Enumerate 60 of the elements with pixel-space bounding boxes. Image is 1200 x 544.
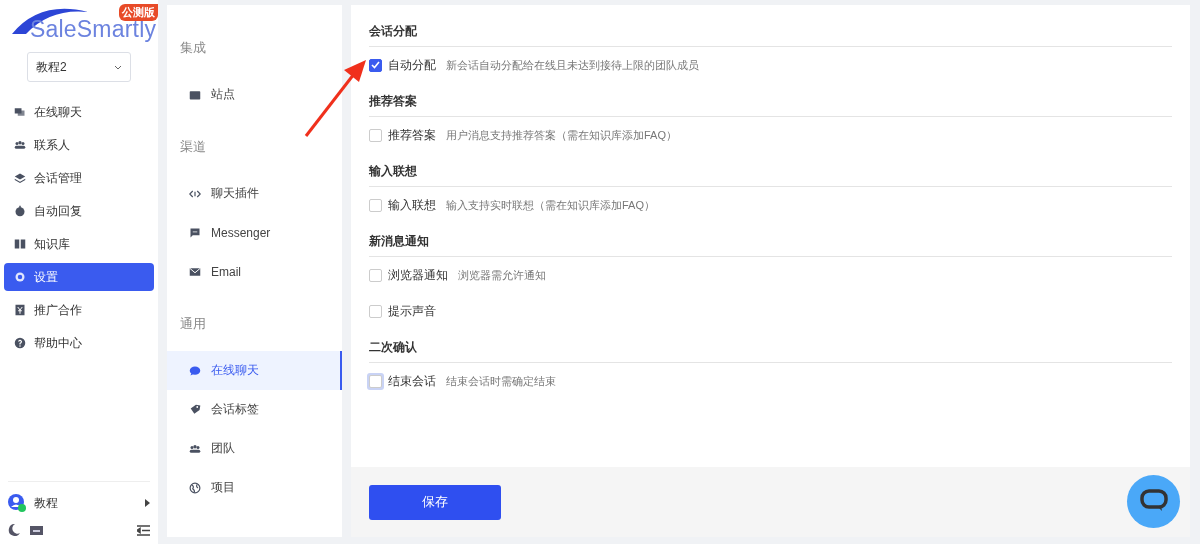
option-label[interactable]: 自动分配	[388, 56, 436, 74]
folder-icon	[189, 88, 201, 101]
help-icon	[14, 337, 26, 349]
people-icon	[14, 139, 26, 151]
sidebar-item[interactable]: 联系人	[4, 131, 154, 159]
option-label[interactable]: 输入联想	[388, 196, 436, 214]
section-title: 输入联想	[369, 163, 1172, 187]
people-icon	[189, 442, 201, 455]
settings-nav-item[interactable]: Messenger	[167, 213, 342, 252]
option-hint: 用户消息支持推荐答案（需在知识库添加FAQ）	[446, 127, 677, 143]
sidebar-item[interactable]: 帮助中心	[4, 329, 154, 357]
sidebar-item[interactable]: 会话管理	[4, 164, 154, 192]
bubble-icon	[189, 364, 201, 377]
settings-nav-item[interactable]: 站点	[167, 75, 342, 114]
book-icon	[14, 238, 26, 250]
sidebar-item[interactable]: 在线聊天	[4, 98, 154, 126]
section-title: 会话分配	[369, 23, 1172, 47]
mail-icon	[189, 265, 201, 278]
settings-nav-item[interactable]: Email	[167, 252, 342, 291]
workspace-dropdown[interactable]: 教程2	[27, 52, 131, 82]
option-label[interactable]: 浏览器通知	[388, 266, 448, 284]
sidebar-item[interactable]: 推广合作	[4, 296, 154, 324]
option-label[interactable]: 推荐答案	[388, 126, 436, 144]
chat-bubble-icon	[1139, 489, 1168, 513]
user-name[interactable]: 教程	[34, 494, 137, 512]
save-button[interactable]: 保存	[369, 484, 501, 520]
beta-badge: 公测版	[119, 4, 158, 21]
sidebar-item[interactable]: 自动回复	[4, 197, 154, 225]
sidebar-item[interactable]: 设置	[4, 263, 154, 291]
section-title: 新消息通知	[369, 233, 1172, 257]
settings-nav-item[interactable]: 聊天插件	[167, 174, 342, 213]
yen-icon	[14, 304, 26, 316]
gear-icon	[14, 271, 26, 283]
option-label[interactable]: 结束会话	[388, 372, 436, 390]
option-hint: 输入支持实时联想（需在知识库添加FAQ）	[446, 197, 655, 213]
option-label[interactable]: 提示声音	[388, 302, 436, 320]
sidebar-item[interactable]: 知识库	[4, 230, 154, 258]
group-title: 集成	[179, 39, 207, 57]
group-title: 渠道	[179, 138, 207, 156]
chat-icon	[14, 106, 26, 118]
layers-icon	[14, 172, 26, 184]
section-title: 推荐答案	[369, 93, 1172, 117]
checkbox[interactable]	[369, 58, 382, 72]
section-title: 二次确认	[369, 339, 1172, 363]
option-hint: 浏览器需允许通知	[458, 267, 546, 283]
moon-icon[interactable]	[8, 524, 20, 536]
chevron-down-icon	[114, 64, 122, 70]
menu-icon[interactable]	[137, 524, 150, 536]
settings-nav-item[interactable]: 会话标签	[167, 390, 342, 429]
option-hint: 结束会话时需确定结束	[446, 373, 556, 389]
caret-icon[interactable]	[145, 499, 150, 507]
chat-launcher-button[interactable]	[1127, 474, 1180, 528]
globe-icon	[189, 481, 201, 494]
group-title: 通用	[179, 315, 207, 333]
settings-nav-item[interactable]: 在线聊天	[167, 351, 342, 390]
option-hint: 新会话自动分配给在线且未达到接待上限的团队成员	[446, 57, 699, 73]
message-icon	[189, 226, 201, 239]
settings-nav-item[interactable]: 团队	[167, 429, 342, 468]
settings-nav-item[interactable]: 项目	[167, 468, 342, 507]
tag-icon	[189, 403, 201, 416]
